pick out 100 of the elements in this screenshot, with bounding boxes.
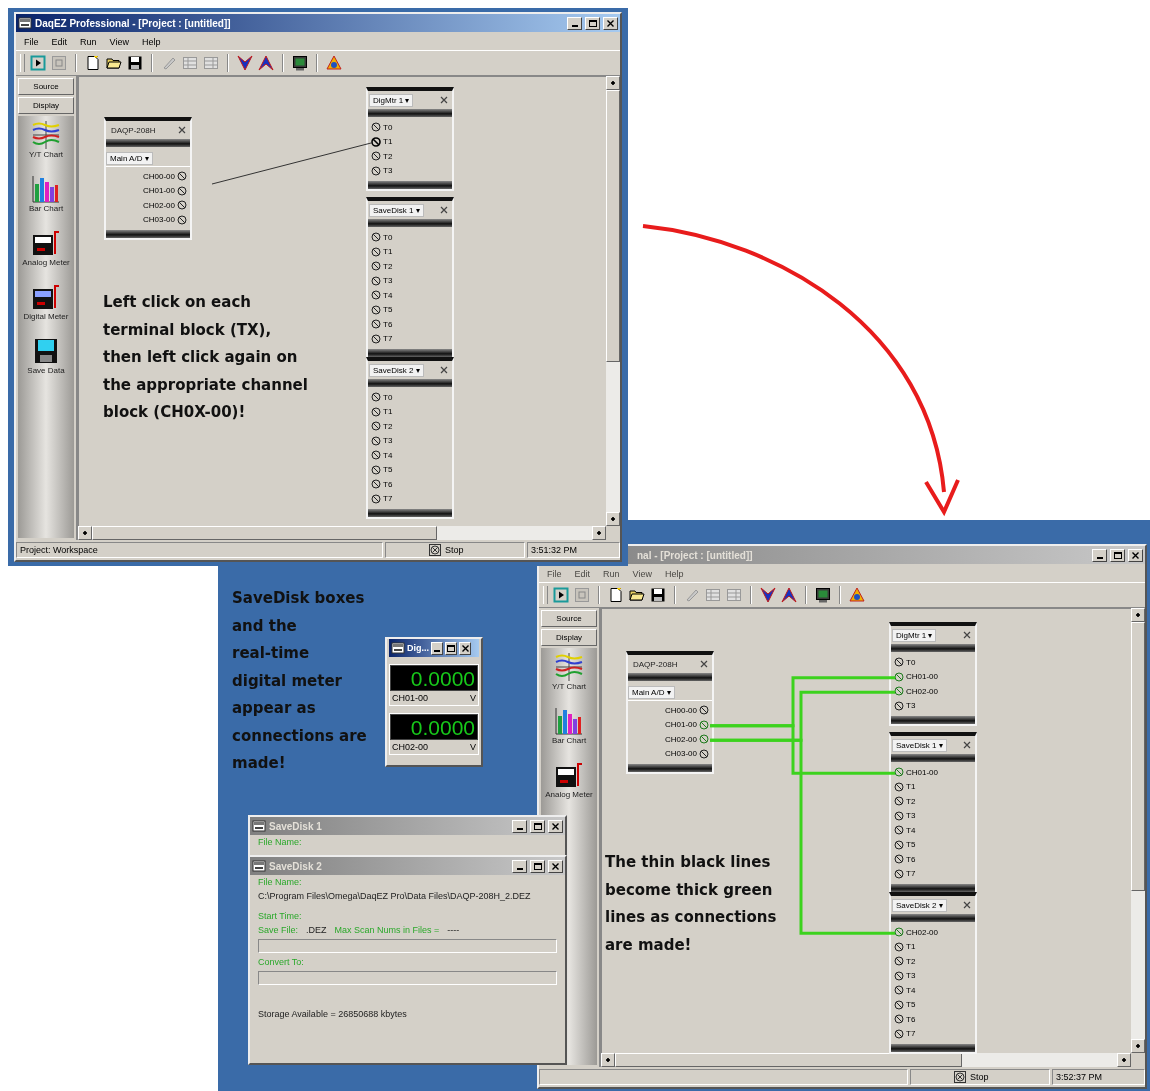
- scroll-arrow-button[interactable]: [78, 526, 92, 540]
- circle-slash-icon[interactable]: [371, 246, 381, 257]
- sidebar-item[interactable]: Y/T Chart: [542, 652, 596, 704]
- minimize-button[interactable]: [567, 16, 582, 30]
- scroll-thumb[interactable]: [1131, 622, 1145, 891]
- down-arrow-icon[interactable]: [760, 587, 776, 603]
- circle-slash-icon[interactable]: [699, 705, 709, 716]
- circle-slash-icon[interactable]: [894, 1028, 904, 1039]
- circle-slash-icon[interactable]: [371, 304, 381, 315]
- circle-slash-icon[interactable]: [894, 970, 904, 981]
- block-dropdown[interactable]: SaveDisk 2 ▾: [369, 363, 424, 377]
- circle-slash-icon[interactable]: [371, 165, 381, 176]
- circle-slash-icon[interactable]: [371, 151, 381, 162]
- circle-slash-icon[interactable]: [699, 748, 709, 759]
- circle-slash-icon[interactable]: [177, 185, 187, 196]
- circle-slash-icon[interactable]: [894, 810, 904, 821]
- circle-slash-icon[interactable]: [371, 464, 381, 475]
- circle-slash-icon[interactable]: [894, 825, 904, 836]
- mode-dropdown[interactable]: Main A/D ▾: [628, 685, 675, 699]
- circle-slash-icon[interactable]: [177, 214, 187, 225]
- vertical-scrollbar[interactable]: [606, 76, 620, 526]
- circle-slash-icon[interactable]: [894, 868, 904, 879]
- close-icon[interactable]: [440, 206, 448, 214]
- circle-slash-icon[interactable]: [371, 275, 381, 286]
- block-dropdown[interactable]: SaveDisk 2 ▾: [892, 898, 947, 912]
- menu-item[interactable]: View: [632, 569, 652, 579]
- input-field[interactable]: [258, 971, 557, 985]
- down-arrow-icon[interactable]: [237, 55, 253, 71]
- scroll-arrow-button[interactable]: [606, 512, 620, 526]
- scroll-arrow-button[interactable]: [1131, 1039, 1145, 1053]
- circle-slash-icon[interactable]: [894, 700, 904, 711]
- circle-slash-icon[interactable]: [371, 136, 381, 147]
- close-icon[interactable]: [440, 96, 448, 104]
- minimize-button[interactable]: [431, 641, 443, 655]
- horizontal-scrollbar[interactable]: [78, 526, 606, 540]
- up-arrow-icon[interactable]: [258, 55, 274, 71]
- sidebar-item[interactable]: Bar Chart: [19, 174, 73, 226]
- terminal-block[interactable]: SaveDisk 2 ▾ T0 T1 T2 T3 T4 T5 T6 T7: [366, 357, 454, 519]
- circle-slash-icon[interactable]: [894, 657, 904, 668]
- circle-slash-icon[interactable]: [894, 1014, 904, 1025]
- terminal-block[interactable]: SaveDisk 1 ▾ CH01-00 T1 T2 T3 T4 T5 T6 T7: [889, 732, 977, 894]
- circle-slash-icon[interactable]: [177, 200, 187, 211]
- triangle-icon[interactable]: [326, 55, 342, 71]
- circle-slash-icon[interactable]: [894, 796, 904, 807]
- folder-icon[interactable]: [629, 587, 645, 603]
- maximize-button[interactable]: [585, 16, 600, 30]
- menu-item[interactable]: File: [24, 37, 39, 47]
- circle-slash-icon[interactable]: [371, 435, 381, 446]
- close-icon[interactable]: [440, 366, 448, 374]
- scroll-thumb[interactable]: [606, 90, 620, 362]
- scroll-arrow-button[interactable]: [601, 1053, 615, 1067]
- block-dropdown[interactable]: DigMtr 1 ▾: [369, 93, 414, 107]
- horizontal-scrollbar[interactable]: [601, 1053, 1131, 1067]
- vertical-scrollbar[interactable]: [1131, 608, 1145, 1053]
- scroll-arrow-button[interactable]: [1117, 1053, 1131, 1067]
- menu-item[interactable]: Run: [603, 569, 620, 579]
- sidebar-item[interactable]: Analog Meter: [542, 760, 596, 812]
- sidebar-item[interactable]: Digital Meter: [19, 282, 73, 334]
- terminal-block[interactable]: DAQP-208H Main A/D ▾ CH00-00 CH01-00 CH02-00 CH03-00: [626, 651, 714, 774]
- sidebar-tab[interactable]: Source: [18, 78, 74, 95]
- circle-slash-icon[interactable]: [371, 290, 381, 301]
- block-dropdown[interactable]: SaveDisk 1 ▾: [892, 738, 947, 752]
- terminal-block[interactable]: SaveDisk 1 ▾ T0 T1 T2 T3 T4 T5 T6 T7: [366, 197, 454, 359]
- input-field[interactable]: [258, 939, 557, 953]
- terminal-block[interactable]: DigMtr 1 ▾ T0 CH01-00 CH02-00 T3: [889, 622, 977, 726]
- scroll-arrow-button[interactable]: [1131, 608, 1145, 622]
- close-icon[interactable]: [700, 660, 708, 668]
- close-icon[interactable]: [963, 901, 971, 909]
- close-icon[interactable]: [178, 126, 186, 134]
- circle-slash-icon[interactable]: [371, 479, 381, 490]
- document-icon[interactable]: [608, 587, 624, 603]
- mode-dropdown[interactable]: Main A/D ▾: [106, 151, 153, 165]
- circle-slash-icon[interactable]: [371, 450, 381, 461]
- triangle-icon[interactable]: [849, 587, 865, 603]
- circle-slash-icon[interactable]: [894, 941, 904, 952]
- sidebar-item[interactable]: Y/T Chart: [19, 120, 73, 172]
- close-button[interactable]: [459, 641, 471, 655]
- circle-slash-icon[interactable]: [371, 333, 381, 344]
- block-dropdown[interactable]: SaveDisk 1 ▾: [369, 203, 424, 217]
- menu-item[interactable]: Help: [664, 569, 684, 579]
- close-icon[interactable]: [963, 631, 971, 639]
- terminal-block[interactable]: SaveDisk 2 ▾ CH02-00 T1 T2 T3 T4 T5 T6 T7: [889, 892, 977, 1054]
- monitor-icon[interactable]: [815, 587, 831, 603]
- menu-item[interactable]: Edit: [574, 569, 591, 579]
- sidebar-tab[interactable]: Display: [18, 97, 74, 114]
- scroll-thumb[interactable]: [92, 526, 438, 540]
- terminal-block[interactable]: DAQP-208H Main A/D ▾ CH00-00 CH01-00 CH02-00 CH03-00: [104, 117, 192, 240]
- circle-slash-icon[interactable]: [371, 232, 381, 243]
- circle-slash-icon[interactable]: [371, 319, 381, 330]
- sidebar-tab[interactable]: Source: [541, 610, 597, 627]
- circle-slash-icon[interactable]: [371, 392, 381, 403]
- up-arrow-icon[interactable]: [781, 587, 797, 603]
- monitor-icon[interactable]: [292, 55, 308, 71]
- circle-slash-icon[interactable]: [894, 956, 904, 967]
- sidebar-item[interactable]: Save Data: [19, 336, 73, 388]
- circle-slash-icon[interactable]: [894, 839, 904, 850]
- scroll-arrow-button[interactable]: [592, 526, 606, 540]
- sidebar-item[interactable]: Analog Meter: [19, 228, 73, 280]
- play-icon[interactable]: [553, 587, 569, 603]
- menu-item[interactable]: Help: [141, 37, 161, 47]
